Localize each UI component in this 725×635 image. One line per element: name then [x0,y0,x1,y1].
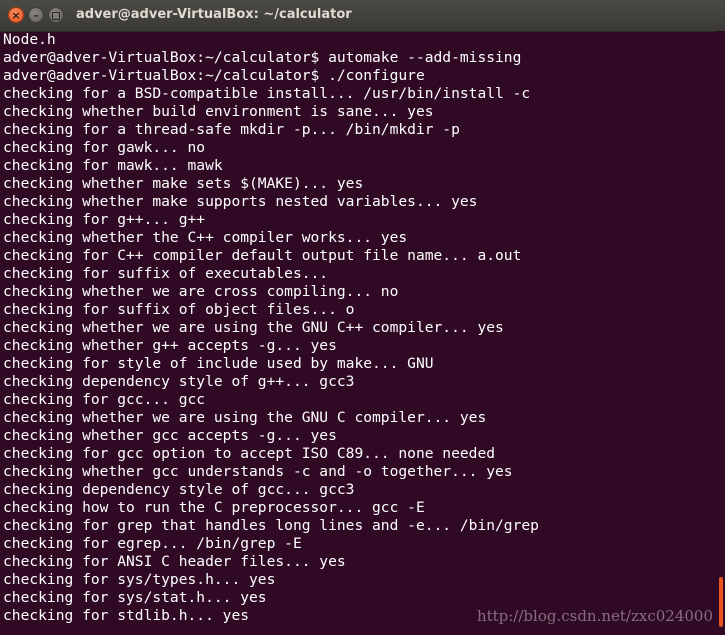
terminal-line: checking for sys/stat.h... yes [3,589,267,606]
terminal-line: checking for C++ compiler default output… [3,247,522,264]
terminal-line: checking whether gcc understands -c and … [3,463,513,480]
window-title: adver@adver-VirtualBox: ~/calculator [76,7,352,22]
terminal-line: checking for style of include used by ma… [3,355,434,372]
terminal-line: checking whether gcc accepts -g... yes [3,427,337,444]
minimize-icon[interactable]: – [28,7,44,23]
terminal-line: checking dependency style of gcc... gcc3 [3,481,355,498]
terminal-output[interactable]: Node.h adver@adver-VirtualBox:~/calculato… [0,31,717,635]
terminal-line: checking for suffix of executables... [3,265,329,282]
terminal-line: checking whether g++ accepts -g... yes [3,337,337,354]
terminal-line: checking for sys/types.h... yes [3,571,276,588]
terminal-line: checking dependency style of g++... gcc3 [3,373,355,390]
terminal-line: checking whether we are using the GNU C … [3,409,487,426]
terminal-line: checking for gcc option to accept ISO C8… [3,445,496,462]
terminal-line: checking whether we are using the GNU C+… [3,319,504,336]
terminal-line: checking whether build environment is sa… [3,103,434,120]
terminal-line: checking for egrep... /bin/grep -E [3,535,302,552]
watermark: http://blog.csdn.net/zxc024000 [476,607,713,625]
scroll-thumb[interactable] [719,577,723,627]
terminal-line: checking for mawk... mawk [3,157,223,174]
terminal-line: checking for gcc... gcc [3,391,206,408]
scrollbar[interactable] [717,31,725,635]
terminal-window: × – adver@adver-VirtualBox: ~/calculator… [0,0,725,635]
terminal-line: checking whether we are cross compiling.… [3,283,399,300]
terminal-line: checking for a thread-safe mkdir -p... /… [3,121,460,138]
maximize-icon[interactable] [48,7,64,23]
terminal-line: checking for a BSD-compatible install...… [3,85,531,102]
terminal-line: checking whether make supports nested va… [3,193,478,210]
terminal-line: checking whether make sets $(MAKE)... ye… [3,175,364,192]
terminal-line: checking whether the C++ compiler works.… [3,229,408,246]
terminal-line: Node.h [3,31,56,48]
terminal-line: checking for gawk... no [3,139,206,156]
terminal-line: checking for g++... g++ [3,211,206,228]
terminal-line: checking for suffix of object files... o [3,301,355,318]
terminal-line: adver@adver-VirtualBox:~/calculator$ aut… [3,49,522,66]
close-icon[interactable]: × [8,7,24,23]
terminal-line: checking for grep that handles long line… [3,517,539,534]
title-bar[interactable]: × – adver@adver-VirtualBox: ~/calculator [0,0,725,32]
terminal-line: adver@adver-VirtualBox:~/calculator$ ./c… [3,67,425,84]
terminal-line: checking how to run the C preprocessor..… [3,499,425,516]
terminal-line: checking for ANSI C header files... yes [3,553,346,570]
